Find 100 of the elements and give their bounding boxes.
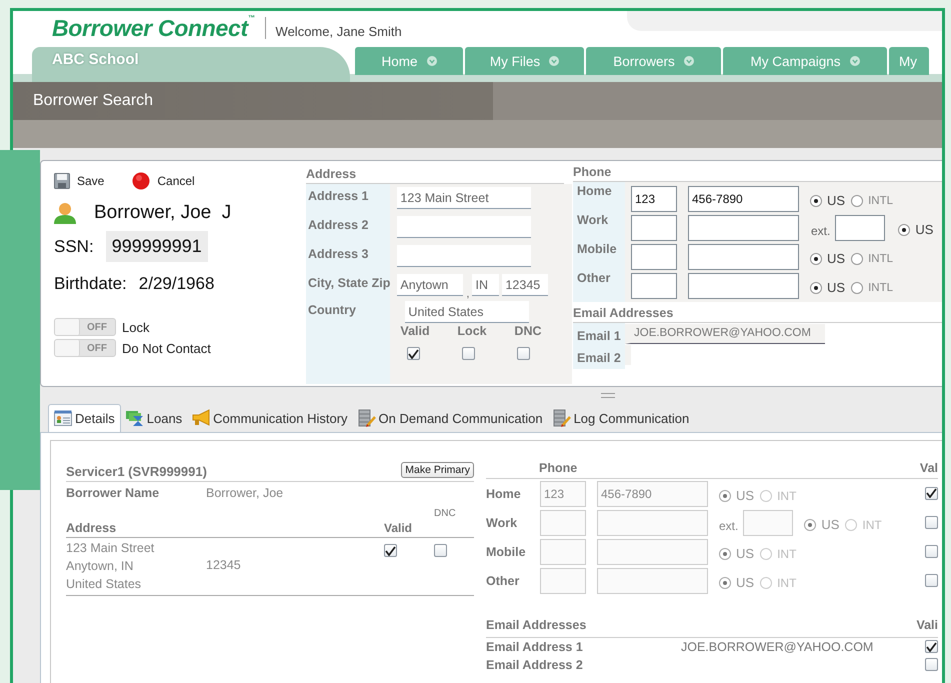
input-field[interactable]: [688, 244, 799, 270]
radio-button[interactable]: US: [810, 280, 846, 295]
input-field[interactable]: [597, 568, 708, 594]
radio-button[interactable]: INT: [760, 546, 796, 561]
radio-button[interactable]: INTL: [851, 251, 893, 266]
stop-sign-icon: [132, 172, 150, 190]
input-field[interactable]: United States: [405, 301, 530, 323]
column-label: DNC: [514, 324, 543, 338]
input-field[interactable]: [397, 216, 532, 238]
ssn-value: 999999991: [106, 231, 208, 262]
detail-tab[interactable]: Loans: [120, 404, 188, 432]
radio-button[interactable]: INT: [760, 575, 796, 590]
input-field[interactable]: 12345: [502, 274, 548, 296]
input-field[interactable]: [631, 244, 677, 270]
input-field[interactable]: [540, 510, 586, 536]
checkbox[interactable]: [925, 486, 938, 500]
borrower-name: Borrower, Joe J: [94, 202, 232, 224]
school-tab[interactable]: ABC School: [32, 47, 350, 82]
checkbox[interactable]: [925, 574, 938, 587]
nav-tab[interactable]: My Campaigns: [723, 47, 887, 75]
radio-button[interactable]: US: [719, 546, 754, 561]
contact-card-icon: [54, 410, 72, 428]
radio-button[interactable]: INT: [760, 488, 796, 503]
input-field[interactable]: [743, 510, 794, 536]
email-value: JOE.BORROWER@YAHOO.COM: [681, 640, 874, 654]
input-field[interactable]: [835, 214, 886, 240]
input-field[interactable]: 456-7890: [688, 186, 799, 212]
radio-button[interactable]: US: [898, 222, 934, 237]
input-field[interactable]: [540, 568, 586, 594]
make-primary-button[interactable]: Make Primary: [401, 462, 474, 478]
splitter-handle-icon[interactable]: [600, 393, 614, 398]
radio-button[interactable]: US: [719, 488, 754, 503]
birthdate-value: 2/29/1968: [138, 274, 214, 294]
input-field[interactable]: [397, 245, 532, 267]
nav-tab[interactable]: My: [889, 47, 929, 75]
zip-code: 12345: [206, 558, 242, 574]
field-label: Work: [486, 516, 518, 530]
column-heading: Address: [66, 521, 118, 535]
radio-button[interactable]: INTL: [851, 280, 893, 295]
radio-button[interactable]: INTL: [851, 193, 893, 208]
checkmark-icon: [926, 642, 937, 652]
dropdown-dot-icon: [850, 56, 860, 66]
toggle-switch[interactable]: OFF: [54, 318, 116, 336]
checkbox[interactable]: [925, 544, 938, 558]
nav-tab[interactable]: My Files: [465, 47, 584, 75]
checkbox[interactable]: [407, 347, 420, 360]
input-field[interactable]: [688, 272, 799, 298]
toggle-switch[interactable]: OFF: [54, 339, 116, 357]
field-label: Borrower Name: [66, 486, 160, 500]
checkbox[interactable]: [384, 544, 397, 558]
checkbox[interactable]: [434, 544, 447, 558]
ext-label: ext.: [811, 224, 830, 238]
input-field[interactable]: JOE.BORROWER@YAHOO.COM: [625, 324, 825, 344]
checkbox[interactable]: [925, 516, 938, 529]
column-label: Valid: [400, 324, 431, 338]
input-field[interactable]: [631, 272, 677, 298]
field-label: Address 2: [307, 218, 370, 234]
detail-tab[interactable]: Communication History: [187, 404, 353, 432]
welcome-text: Welcome, Jane Smith: [276, 24, 402, 38]
checkbox[interactable]: [925, 658, 938, 672]
field-label: Address 3: [307, 247, 370, 263]
section-heading: Email Addresses: [486, 618, 588, 634]
input-field[interactable]: [688, 214, 799, 240]
radio-button[interactable]: US: [719, 575, 754, 590]
checkbox[interactable]: [517, 347, 530, 360]
save-button[interactable]: Save: [54, 173, 104, 189]
detail-tab[interactable]: Details: [48, 404, 121, 432]
nav-tab[interactable]: Home: [355, 47, 463, 75]
input-field[interactable]: [597, 538, 708, 564]
radio-button[interactable]: US: [804, 517, 840, 532]
input-field[interactable]: [540, 538, 586, 564]
input-field[interactable]: 123: [631, 186, 677, 212]
field-label: Home: [577, 184, 613, 200]
input-field[interactable]: [597, 510, 708, 536]
input-field[interactable]: [631, 214, 677, 240]
input-field[interactable]: 123: [540, 480, 586, 506]
detail-tab[interactable]: Log Communication: [548, 404, 694, 432]
input-field[interactable]: 456-7890: [597, 480, 708, 506]
nav-tab[interactable]: Borrowers: [586, 47, 721, 75]
ssn-label: SSN:: [54, 236, 94, 256]
input-field[interactable]: IN: [472, 274, 500, 296]
field-label: Other: [486, 574, 520, 588]
field-label: Email Address 1: [486, 640, 584, 654]
input-field[interactable]: 123 Main Street: [397, 187, 532, 209]
radio-button[interactable]: INT: [845, 517, 882, 532]
checkmark-icon: [926, 488, 937, 498]
page-title: Borrower Search: [33, 92, 154, 110]
column-heading: Val: [920, 461, 938, 477]
checkbox[interactable]: [925, 640, 938, 654]
cancel-button[interactable]: Cancel: [132, 172, 195, 190]
checkbox[interactable]: [462, 347, 476, 360]
detail-tab[interactable]: On Demand Communication: [352, 404, 548, 432]
input-field[interactable]: Anytown: [397, 274, 464, 296]
column-heading: Vali: [916, 618, 938, 634]
borrower-name-value: Borrower, Joe: [206, 486, 284, 500]
address-line: United States: [66, 577, 142, 593]
radio-button[interactable]: US: [810, 193, 846, 208]
radio-button[interactable]: US: [810, 251, 846, 266]
column-label: Lock: [457, 324, 488, 338]
server-pencil-icon: [358, 409, 376, 427]
